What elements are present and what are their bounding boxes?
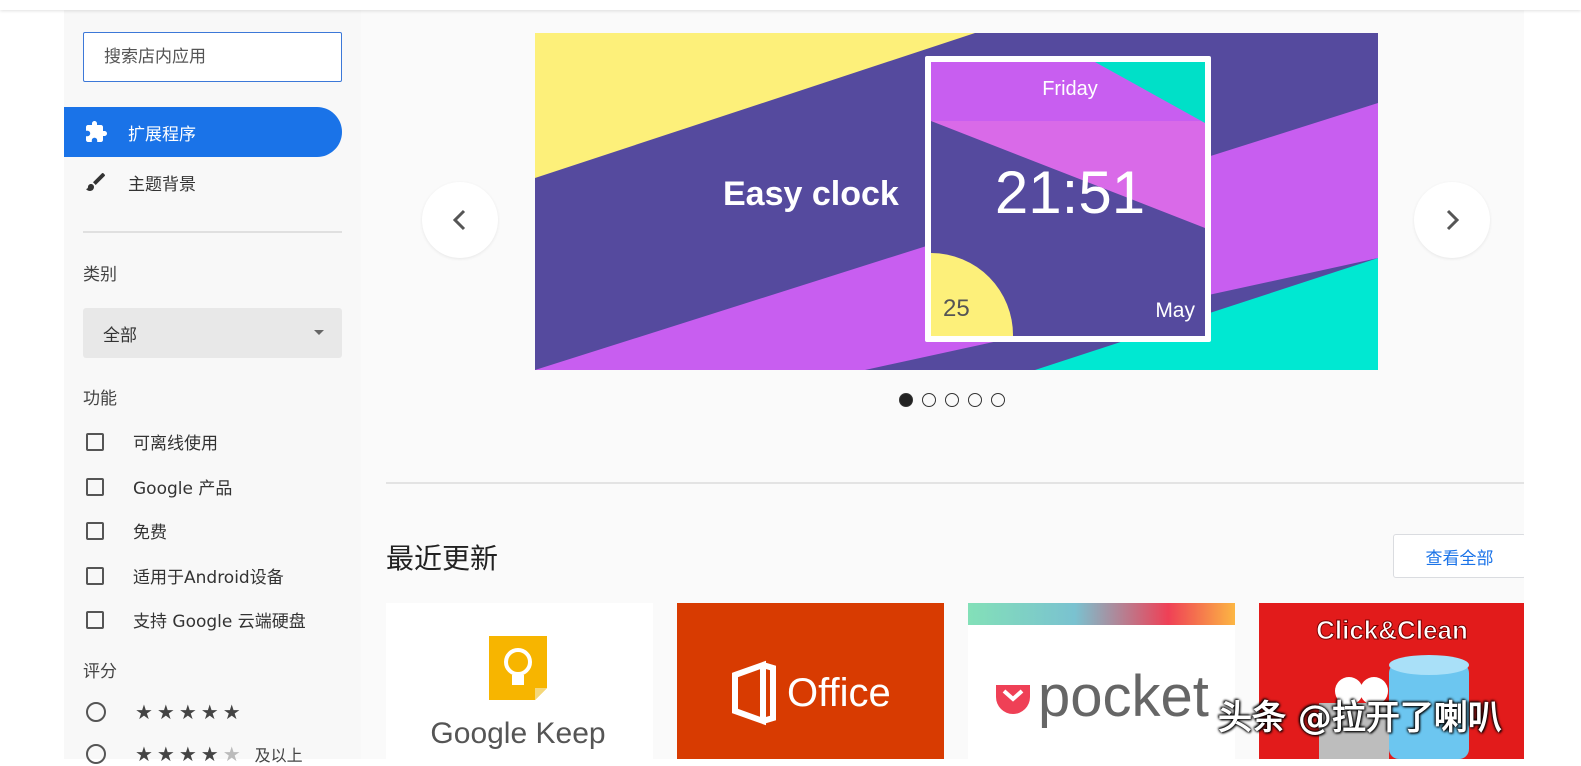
card-name: pocket	[1038, 664, 1209, 729]
card-name: Click&Clean	[1316, 615, 1468, 645]
view-all-button[interactable]: 查看全部	[1393, 534, 1526, 578]
nav-label: 扩展程序	[128, 124, 196, 145]
feature-android[interactable]: 适用于Android设备	[86, 563, 284, 588]
sidebar-divider	[83, 231, 342, 233]
carousel-prev-button[interactable]	[422, 182, 498, 258]
card-name: Office	[787, 671, 891, 715]
feature-label: 可离线使用	[133, 434, 218, 454]
search-input[interactable]	[83, 32, 342, 82]
featured-banner[interactable]: Easy clock Friday 21:51 25 May	[535, 33, 1378, 370]
carousel-dot-4[interactable]	[968, 393, 982, 407]
rating-suffix: 及以上	[254, 746, 303, 765]
banner-date: 25	[943, 295, 970, 322]
carousel-dots	[899, 393, 1005, 407]
nav-item-extensions[interactable]: 扩展程序	[64, 107, 342, 157]
radio[interactable]	[86, 744, 106, 764]
top-bar	[0, 0, 1581, 10]
office-logo: Office	[732, 660, 891, 726]
feature-label: 支持 Google 云端硬盘	[133, 612, 306, 632]
section-title: 最近更新	[386, 542, 499, 575]
feature-drive[interactable]: 支持 Google 云端硬盘	[86, 607, 306, 632]
checkbox[interactable]	[86, 610, 104, 629]
rating-label: 评分	[83, 662, 117, 682]
brush-icon	[86, 173, 105, 191]
app-card-pocket[interactable]: pocket	[968, 603, 1235, 759]
banner-artwork: Easy clock Friday 21:51 25 May	[535, 33, 1378, 370]
right-margin	[1524, 0, 1581, 759]
watermark: 头条 @拉开了喇叭	[1218, 698, 1502, 738]
nav-label: 主题背景	[128, 174, 196, 195]
app-card-google-keep[interactable]: Google Keep	[386, 603, 653, 759]
section-divider	[386, 482, 1526, 484]
rating-option-4[interactable]: ★★★★★ 及以上	[86, 742, 303, 766]
chevron-left-icon	[452, 209, 466, 231]
checkbox[interactable]	[86, 566, 104, 585]
feature-google[interactable]: Google 产品	[86, 474, 232, 499]
feature-label: 适用于Android设备	[133, 568, 284, 588]
feature-free[interactable]: 免费	[86, 518, 167, 543]
chevron-right-icon	[1446, 209, 1460, 231]
category-label: 类别	[83, 265, 117, 285]
checkbox[interactable]	[86, 521, 104, 540]
carousel-dot-1[interactable]	[899, 393, 913, 407]
checkbox[interactable]	[86, 432, 104, 451]
carousel-dot-3[interactable]	[945, 393, 959, 407]
app-card-office[interactable]: Office	[677, 603, 944, 759]
banner-day: Friday	[1042, 78, 1098, 100]
carousel-dot-5[interactable]	[991, 393, 1005, 407]
feature-label: 免费	[133, 523, 167, 543]
puzzle-icon	[86, 121, 107, 142]
features-label: 功能	[83, 389, 117, 409]
star-rating-icon: ★★★★★	[135, 700, 245, 724]
star-rating-icon: ★★★★★	[135, 742, 245, 766]
main-content: Easy clock Friday 21:51 25 May 最近更新 查看全部…	[361, 0, 1526, 759]
feature-label: Google 产品	[133, 479, 233, 499]
category-select[interactable]: 全部	[83, 308, 342, 358]
caret-down-icon	[314, 330, 324, 335]
category-value: 全部	[103, 325, 137, 346]
banner-month: May	[1155, 299, 1195, 322]
feature-offline[interactable]: 可离线使用	[86, 429, 218, 454]
carousel-dot-2[interactable]	[922, 393, 936, 407]
sidebar: 扩展程序 主题背景 类别 全部 功能 可离线使用 Google 产品 免费 适用…	[64, 0, 361, 766]
card-name: Google Keep	[430, 717, 605, 750]
nav-item-themes[interactable]: 主题背景	[64, 157, 342, 207]
carousel-next-button[interactable]	[1414, 182, 1490, 258]
banner-title: Easy clock	[723, 175, 899, 213]
pocket-logo: pocket	[968, 603, 1235, 729]
banner-time: 21:51	[995, 159, 1145, 226]
radio[interactable]	[86, 702, 106, 722]
rating-option-5[interactable]: ★★★★★	[86, 700, 245, 724]
google-keep-logo: Google Keep	[430, 636, 606, 750]
checkbox[interactable]	[86, 477, 104, 496]
